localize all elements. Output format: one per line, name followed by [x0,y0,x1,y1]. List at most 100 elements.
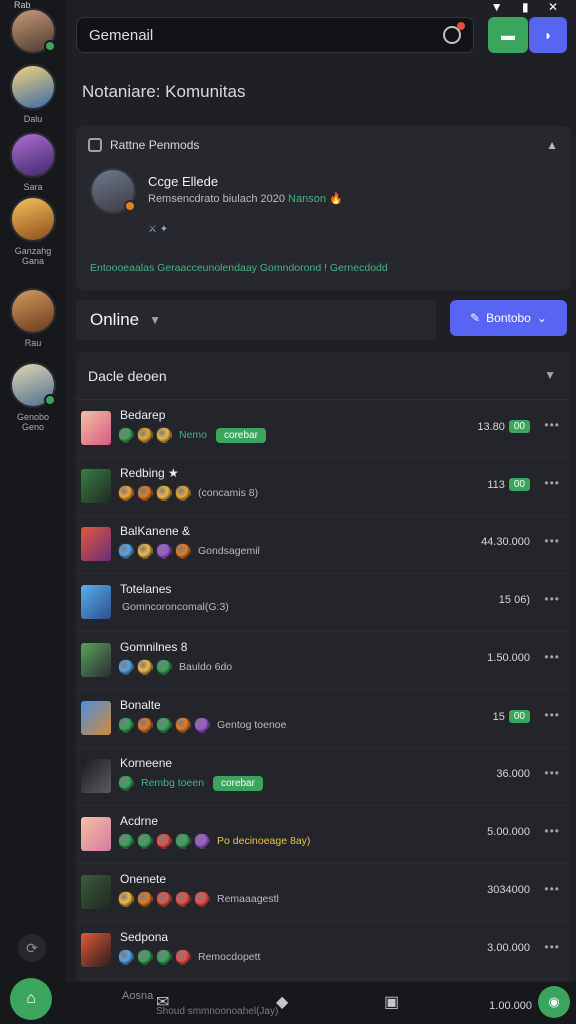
list-item[interactable]: Gomnilnes 8 Bauldo 6do 1.50.000 ••• [76,632,570,690]
card-subtitle-green: Nanson [288,193,326,205]
avatar[interactable] [10,64,56,110]
featured-card[interactable]: Rattne Penmods ▲ Ccge Ellede Remsencdrat… [76,126,570,290]
bottom-sub: Shoud smmnoonoahel(Jay) [156,1006,279,1017]
item-value: 44.30.000 [481,536,530,548]
item-details: Gomncoroncomal(G:3) [118,601,229,613]
bottom-value: 1.00.000 [489,1000,532,1012]
collapse-icon[interactable]: ▲ [546,138,558,152]
rail-server-item[interactable]: Rau [10,288,56,348]
item-orb-icon [175,891,191,907]
home-button[interactable]: ⌂ [10,978,52,1020]
more-options-icon[interactable]: ••• [544,824,560,838]
list-item[interactable]: Redbing ★ (concamis 8) 113 00 ••• [76,458,570,516]
item-details: Nemo corebar [118,427,266,443]
list-title: Dacle deoen [88,367,167,384]
rail-server-item[interactable]: Ganzahg Gana [10,196,56,266]
item-thumbnail [81,469,111,503]
item-orb-icon [118,833,134,849]
status-badge [124,200,136,212]
item-details: Remaaagestl [118,891,279,907]
rail-label: Genobo Geno [16,412,50,432]
list-item[interactable]: Bedarep Nemo corebar 13.80 00 ••• [76,400,570,458]
rail-server-item[interactable]: Sara [10,132,56,192]
item-orb-icon [175,717,191,733]
item-value-text: 3.00.000 [487,942,530,954]
avatar[interactable] [90,168,136,214]
list-item[interactable]: BalKanene & Gondsagemil 44.30.000 ••• [76,516,570,574]
rail-label: Sara [23,182,43,192]
item-orb-icon [137,891,153,907]
item-orb-icon [175,543,191,559]
item-name: Totelanes [120,582,172,596]
item-tag: Rembg toeen [141,777,205,789]
online-filter-dropdown[interactable]: Online ▼ [76,300,436,340]
more-options-icon[interactable]: ••• [544,534,560,548]
item-orb-icon [175,949,191,965]
primary-action-label: Bontobo [486,311,531,325]
item-name: Bonalte [120,698,161,712]
item-tag: Remocdopett [198,951,261,963]
item-value: 13.80 00 [477,420,530,433]
notification-icon[interactable] [443,22,465,44]
mail-icon[interactable]: ✉ [156,992,169,1012]
home-icon: ⌂ [26,990,36,1007]
avatar[interactable] [10,288,56,334]
plus-icon: ◉ [548,994,560,1009]
status-icons: ▼ ▮ ✕ [490,0,566,14]
more-options-icon[interactable]: ••• [544,476,560,490]
item-value-text: 15 [492,710,505,723]
avatar[interactable] [10,8,56,54]
item-value-text: 113 [487,478,505,491]
more-options-icon[interactable]: ••• [544,708,560,722]
list-item[interactable]: Sedpona Remocdopett 3.00.000 ••• [76,922,570,980]
item-thumbnail [81,527,111,561]
list-item[interactable]: Onenete Remaaagestl 3034000 ••• [76,864,570,922]
card-subtitle-text: Remsencdrato biulach 2020 [148,193,285,205]
avatar[interactable] [10,196,56,242]
item-orb-icon [156,427,172,443]
item-orb-icon [156,659,172,675]
status-dot [44,394,56,406]
primary-action-button[interactable]: ✎ Bontobo ⌄ [450,300,567,336]
avatar[interactable] [10,132,56,178]
item-orb-icon [194,833,210,849]
item-value-text: 13.80 [477,420,505,433]
bottom-bar: Aosna Shoud smmnoonoahel(Jay) ✉ ◆ ▣ 1.00… [66,982,576,1024]
more-options-icon[interactable]: ••• [544,592,560,606]
item-name: Redbing ★ [120,466,179,480]
more-options-icon[interactable]: ••• [544,882,560,896]
cube-icon[interactable]: ◆ [276,992,288,1012]
list-item[interactable]: Korneene Rembg toeen corebar 36.000 ••• [76,748,570,806]
rail-server-item[interactable] [10,8,56,58]
chat-icon[interactable]: ▣ [384,992,399,1012]
item-orb-icon [137,543,153,559]
refresh-icon[interactable]: ⟳ [18,934,46,962]
discord-icon: ◗ [543,27,553,43]
more-options-icon[interactable]: ••• [544,940,560,954]
item-orb-icon [137,833,153,849]
rail-server-item[interactable]: Genobo Geno [10,362,56,432]
item-tag: (concamis 8) [198,487,259,499]
search-input[interactable]: Gemenail [76,17,474,53]
list-item[interactable]: Bonalte Gentog toenoe 15 00 ••• [76,690,570,748]
server-rail: Rab Dalu Sara Ganzahg Gana Rau Genobo Geno ⟳… [0,0,66,1024]
chat-button[interactable]: ▬ [488,17,528,53]
discord-button[interactable]: ◗ [529,17,567,53]
rail-server-item[interactable]: Dalu [10,64,56,124]
item-orb-icon [156,891,172,907]
list-header[interactable]: Dacle deoen ▼ [76,352,570,400]
list-item[interactable]: Acdrne Po decinoeage 8ay) 5.00.000 ••• [76,806,570,864]
more-options-icon[interactable]: ••• [544,766,560,780]
list-item[interactable]: Totelanes Gomncoroncomal(G:3) 15 06) ••• [76,574,570,632]
more-options-icon[interactable]: ••• [544,418,560,432]
avatar[interactable] [10,362,56,408]
item-value: 3.00.000 [487,942,530,954]
fab-button[interactable]: ◉ [538,986,570,1018]
item-name: Sedpona [120,930,169,944]
item-orb-icon [137,485,153,501]
more-options-icon[interactable]: ••• [544,650,560,664]
item-value: 15 06) [499,594,530,606]
item-thumbnail [81,759,111,793]
member-list: Dacle deoen ▼ Bedarep Nemo corebar 13.80 00 •… [76,352,570,982]
fire-icon: 🔥 [329,193,343,205]
